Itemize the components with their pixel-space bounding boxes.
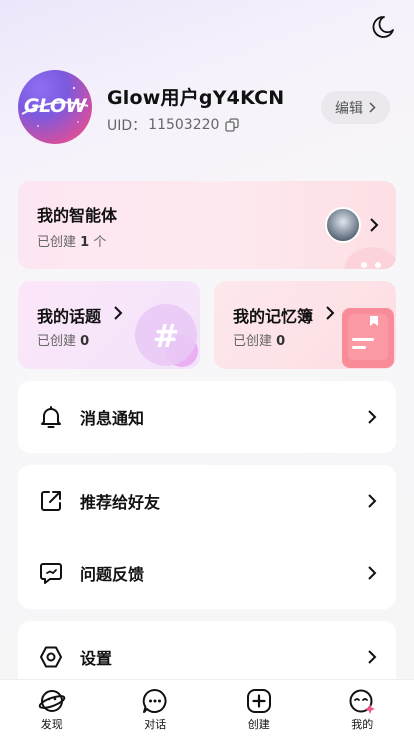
- bell-icon: [41, 406, 61, 428]
- planet-icon: [38, 690, 66, 712]
- tab-label-mine: 我的: [351, 718, 374, 731]
- tab-mine[interactable]: 我的: [311, 680, 414, 736]
- tab-chat[interactable]: 对话: [104, 680, 208, 736]
- tab-label-create: 创建: [247, 718, 270, 731]
- my-agents-count: 已创建 1 个: [37, 235, 107, 250]
- plus-square-icon: [246, 689, 271, 713]
- menu-item-recommend[interactable]: 推荐给好友: [18, 465, 396, 537]
- chat-bubble-icon: [143, 688, 167, 713]
- hashtag-bubble-icon: #: [135, 304, 198, 367]
- my-topics-card[interactable]: 我的话题 已创建 0 #: [18, 281, 200, 369]
- chevron-right-icon: [369, 102, 376, 113]
- glow-logo: GLOW: [18, 70, 92, 144]
- chevron-right-icon: [370, 218, 379, 232]
- feedback-icon: [40, 563, 62, 584]
- bottom-tab-bar: 发现 对话 创建 我的: [0, 679, 414, 736]
- notifications-card: 消息通知: [18, 381, 396, 453]
- my-memory-book-title: 我的记忆簿: [233, 307, 314, 326]
- tab-label-chat: 对话: [144, 718, 167, 731]
- chevron-right-icon: [326, 306, 335, 320]
- uid-row: UID： 11503220: [107, 115, 240, 135]
- my-topics-count: 已创建 0: [37, 334, 90, 349]
- my-memory-book-count: 已创建 0: [233, 334, 286, 349]
- my-agents-title: 我的智能体: [37, 206, 118, 225]
- smiley-decoration-icon: [344, 247, 396, 269]
- svg-text:#: #: [153, 317, 180, 355]
- profile-face-icon: [349, 689, 376, 714]
- moon-icon[interactable]: [370, 14, 396, 40]
- settings-label: 设置: [80, 649, 113, 668]
- notebook-icon: [342, 308, 394, 368]
- feedback-label: 问题反馈: [80, 565, 145, 584]
- tab-label-discover: 发现: [40, 718, 63, 731]
- chevron-right-icon: [368, 494, 377, 508]
- menu-item-notifications[interactable]: 消息通知: [18, 381, 396, 453]
- my-memory-book-card[interactable]: 我的记忆簿 已创建 0: [214, 281, 396, 369]
- my-topics-title: 我的话题: [37, 307, 102, 326]
- logo-text: GLOW: [23, 95, 87, 117]
- settings-icon: [40, 646, 62, 668]
- my-agents-card[interactable]: 我的智能体 已创建 1 个: [18, 181, 396, 269]
- chevron-right-icon: [368, 566, 377, 580]
- tab-discover[interactable]: 发现: [0, 680, 104, 736]
- profile-header: GLOW Glow用户gY4KCN UID： 11503220 编辑: [18, 70, 396, 144]
- share-icon: [41, 491, 61, 511]
- share-feedback-card: 推荐给好友 问题反馈: [18, 465, 396, 609]
- uid-value: 11503220: [148, 117, 220, 133]
- chevron-right-icon: [368, 410, 377, 424]
- chevron-right-icon: [368, 650, 377, 664]
- chevron-right-icon: [114, 306, 123, 320]
- tab-create[interactable]: 创建: [207, 680, 311, 736]
- copy-icon[interactable]: [225, 118, 240, 132]
- notifications-label: 消息通知: [80, 409, 145, 428]
- uid-label: UID：: [107, 118, 147, 134]
- menu-item-feedback[interactable]: 问题反馈: [18, 537, 396, 609]
- agent-avatar: [325, 207, 361, 243]
- username: Glow用户gY4KCN: [107, 87, 285, 109]
- recommend-label: 推荐给好友: [80, 493, 161, 512]
- edit-label: 编辑: [335, 100, 363, 117]
- edit-profile-button[interactable]: 编辑: [321, 91, 390, 124]
